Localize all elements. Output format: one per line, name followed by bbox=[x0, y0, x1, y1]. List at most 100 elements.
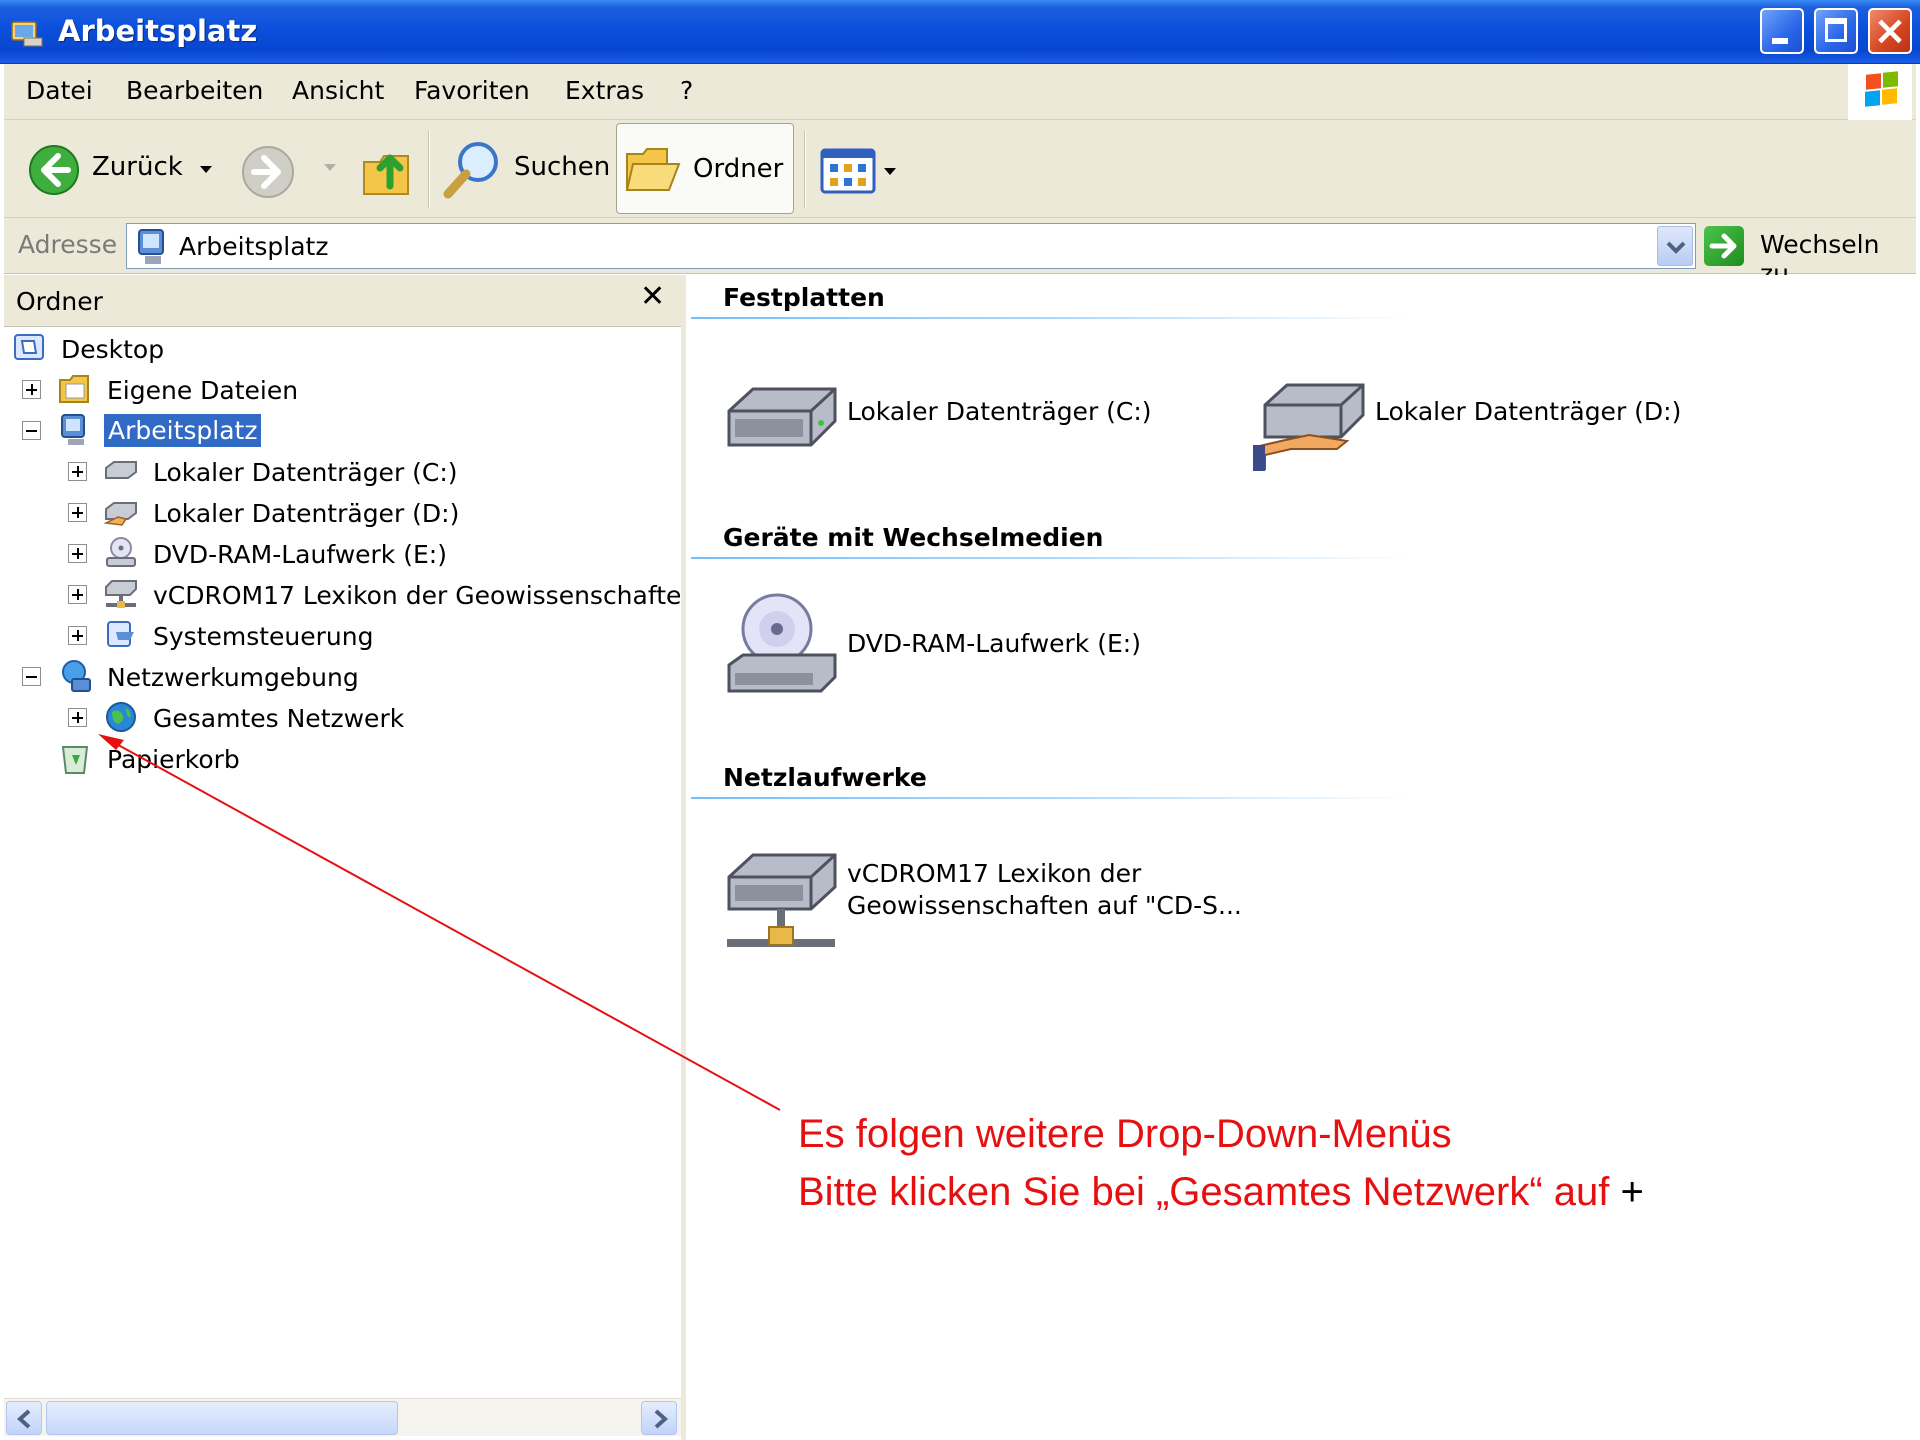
tree-item-drive-c[interactable]: Lokaler Datenträger (C:) bbox=[4, 452, 664, 492]
arrow-right-icon bbox=[1709, 233, 1737, 259]
chevron-right-icon bbox=[654, 1409, 669, 1429]
control-panel-icon bbox=[107, 621, 134, 647]
desktop-icon bbox=[14, 334, 44, 360]
network-drive-icon bbox=[105, 580, 137, 608]
back-label: Zurück bbox=[92, 152, 183, 182]
close-icon[interactable]: ✕ bbox=[640, 279, 665, 314]
expand-plus-icon[interactable] bbox=[68, 544, 87, 563]
maximize-button[interactable] bbox=[1814, 8, 1858, 54]
expand-plus-icon[interactable] bbox=[22, 380, 41, 399]
chevron-down-icon bbox=[200, 166, 212, 173]
tree-item-label: Gesamtes Netzwerk bbox=[153, 704, 405, 733]
window-title: Arbeitsplatz bbox=[58, 14, 258, 48]
network-drive-icon bbox=[727, 853, 837, 947]
my-computer-icon bbox=[11, 21, 43, 47]
tree-item-label: Lokaler Datenträger (C:) bbox=[153, 458, 458, 487]
tree-item-label: Desktop bbox=[61, 335, 165, 364]
tree-item-desktop[interactable]: Desktop bbox=[4, 329, 664, 369]
maximize-icon bbox=[1825, 18, 1847, 42]
folder-pane: Ordner ✕ Desktop Eigene Dateien Arbeitsp… bbox=[4, 275, 686, 1440]
folder-pane-horizontal-scrollbar[interactable] bbox=[4, 1398, 681, 1436]
collapse-minus-icon[interactable] bbox=[22, 421, 41, 440]
drive-item-c[interactable]: Lokaler Datenträger (C:) bbox=[723, 375, 1163, 475]
address-value: Arbeitsplatz bbox=[179, 232, 329, 261]
menu-file[interactable]: Datei bbox=[26, 76, 93, 105]
folder-pane-title: Ordner bbox=[16, 287, 103, 316]
shared-drive-icon bbox=[104, 502, 137, 526]
dvd-drive-icon bbox=[727, 593, 837, 693]
address-input[interactable]: Arbeitsplatz bbox=[126, 223, 1696, 269]
minimize-button[interactable] bbox=[1760, 8, 1804, 54]
tree-item-arbeitsplatz[interactable]: Arbeitsplatz bbox=[4, 411, 664, 451]
search-button[interactable]: Suchen bbox=[440, 136, 610, 202]
views-button[interactable] bbox=[816, 146, 900, 196]
menu-view[interactable]: Ansicht bbox=[292, 76, 384, 105]
expand-plus-icon[interactable] bbox=[68, 708, 87, 727]
drive-item-e[interactable]: DVD-RAM-Laufwerk (E:) bbox=[723, 591, 1163, 701]
address-dropdown-button[interactable] bbox=[1657, 226, 1693, 266]
globe-icon bbox=[106, 702, 136, 732]
tree-item-drive-e[interactable]: DVD-RAM-Laufwerk (E:) bbox=[4, 534, 664, 574]
tree-item-label: Arbeitsplatz bbox=[104, 414, 262, 447]
address-label: Adresse bbox=[18, 230, 118, 259]
tree-item-network-drive[interactable]: vCDROM17 Lexikon der Geowissenschaften a bbox=[4, 575, 681, 615]
folders-label: Ordner bbox=[693, 154, 784, 184]
tree-item-label: Eigene Dateien bbox=[107, 376, 299, 405]
tree-item-network-places[interactable]: Netzwerkumgebung bbox=[4, 657, 664, 697]
views-icon bbox=[820, 148, 876, 194]
tree-item-label: Netzwerkumgebung bbox=[107, 663, 359, 692]
drive-label: DVD-RAM-Laufwerk (E:) bbox=[847, 629, 1141, 658]
annotation-plus: + bbox=[1620, 1170, 1644, 1214]
drive-item-network[interactable]: vCDROM17 Lexikon der Geowissenschaften a… bbox=[723, 847, 1242, 957]
address-bar: Adresse Arbeitsplatz Wechseln zu bbox=[4, 218, 1916, 288]
close-button[interactable]: × bbox=[1868, 8, 1912, 54]
chevron-left-icon bbox=[16, 1409, 31, 1429]
group-divider bbox=[691, 317, 1411, 319]
menu-edit[interactable]: Bearbeiten bbox=[126, 76, 263, 105]
tree-item-label: Systemsteuerung bbox=[153, 622, 374, 651]
folder-icon bbox=[625, 148, 681, 191]
folders-button[interactable]: Ordner bbox=[616, 123, 794, 214]
toolbar-separator bbox=[428, 130, 430, 208]
tree-item-drive-d[interactable]: Lokaler Datenträger (D:) bbox=[4, 493, 664, 533]
menu-help[interactable]: ? bbox=[680, 76, 693, 105]
folder-icon bbox=[59, 375, 89, 403]
expand-plus-icon[interactable] bbox=[68, 626, 87, 645]
group-title-hard-drives: Festplatten bbox=[723, 283, 885, 312]
tree-item-eigene-dateien[interactable]: Eigene Dateien bbox=[4, 370, 664, 410]
collapse-minus-icon[interactable] bbox=[22, 667, 41, 686]
menu-tools[interactable]: Extras bbox=[565, 76, 644, 105]
scroll-right-button[interactable] bbox=[641, 1401, 677, 1435]
minimize-icon bbox=[1772, 38, 1788, 44]
expand-plus-icon[interactable] bbox=[68, 462, 87, 481]
expand-plus-icon[interactable] bbox=[68, 585, 87, 604]
toolbar: Zurück Suchen Ordner bbox=[4, 120, 1916, 218]
scroll-thumb[interactable] bbox=[46, 1401, 398, 1435]
back-arrow-icon bbox=[29, 145, 79, 195]
forward-dropdown-icon[interactable] bbox=[324, 164, 336, 171]
group-divider bbox=[691, 797, 1411, 799]
hard-drive-icon bbox=[727, 387, 837, 447]
hard-drive-icon bbox=[105, 461, 137, 479]
annotation-line-1: Es folgen weitere Drop-Down-Menüs bbox=[798, 1112, 1452, 1156]
scroll-left-button[interactable] bbox=[6, 1401, 42, 1435]
windows-logo-icon bbox=[1848, 64, 1912, 120]
tree-item-entire-network[interactable]: Gesamtes Netzwerk bbox=[4, 698, 664, 738]
forward-button[interactable] bbox=[240, 144, 296, 200]
annotation-instruction: Bitte klicken Sie bei „Gesamtes Netzwerk… bbox=[798, 1170, 1610, 1214]
menu-favorites[interactable]: Favoriten bbox=[414, 76, 530, 105]
folder-pane-header: Ordner ✕ bbox=[4, 275, 681, 327]
back-button[interactable]: Zurück bbox=[24, 140, 214, 198]
group-title-network-drives: Netzlaufwerke bbox=[723, 763, 927, 792]
tree-item-control-panel[interactable]: Systemsteuerung bbox=[4, 616, 664, 656]
dvd-drive-icon bbox=[106, 537, 136, 567]
my-computer-icon bbox=[61, 414, 85, 445]
content-pane: Festplatten Lokaler Datenträger (C:) Lok… bbox=[691, 275, 1920, 1440]
go-arrow-icon[interactable] bbox=[1704, 226, 1744, 266]
expand-plus-icon[interactable] bbox=[68, 503, 87, 522]
folder-up-button[interactable] bbox=[360, 138, 416, 198]
tree-item-recycle-bin[interactable]: Papierkorb bbox=[4, 739, 664, 779]
group-divider bbox=[691, 557, 1411, 559]
title-bar: Arbeitsplatz × bbox=[0, 0, 1920, 64]
drive-item-d[interactable]: Lokaler Datenträger (D:) bbox=[1251, 375, 1721, 475]
